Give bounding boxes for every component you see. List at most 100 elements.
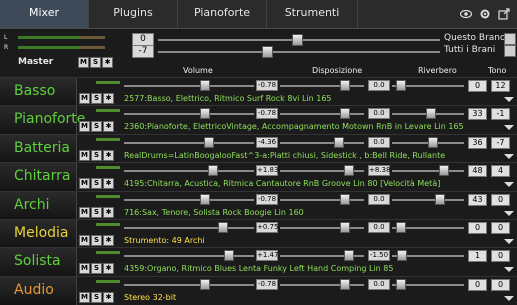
track-name-button[interactable]: Archi: [0, 192, 77, 220]
track-fx-button[interactable]: ✱: [103, 93, 114, 104]
pan-slider-knob[interactable]: [340, 222, 350, 233]
tab-strumenti[interactable]: Strumenti: [267, 0, 358, 28]
chevron-down-icon[interactable]: [504, 267, 514, 272]
reverb-slider-knob[interactable]: [435, 194, 445, 205]
track-mute-button[interactable]: M: [79, 207, 90, 218]
volume-slider-track[interactable]: [124, 255, 254, 257]
track-solo-button[interactable]: S: [91, 93, 102, 104]
track-solo-button[interactable]: S: [91, 235, 102, 246]
volume-slider-knob[interactable]: [218, 222, 228, 233]
pan-slider-track[interactable]: [280, 113, 364, 115]
track-fx-button[interactable]: ✱: [103, 150, 114, 161]
track-mute-button[interactable]: M: [79, 93, 90, 104]
popout-icon[interactable]: [498, 8, 510, 20]
track-instrument-info[interactable]: 2577:Basso, Elettrico, Ritmico Surf Rock…: [124, 94, 332, 103]
track-instrument-info[interactable]: 4359:Organo, Ritmico Blues Lenta Funky L…: [124, 264, 393, 273]
track-instrument-info[interactable]: 716:Sax, Tenore, Solista Rock Boogie Lin…: [124, 208, 304, 217]
track-mute-button[interactable]: M: [79, 121, 90, 132]
pan-slider-knob[interactable]: [340, 279, 350, 290]
reverb-slider-knob[interactable]: [439, 165, 449, 176]
pan-slider-track[interactable]: [280, 284, 364, 286]
track-instrument-info[interactable]: Stereo 32-bit: [124, 293, 176, 302]
chevron-down-icon[interactable]: [504, 154, 514, 159]
reverb-slider-knob[interactable]: [396, 222, 406, 233]
volume-slider-knob[interactable]: [200, 194, 210, 205]
pan-slider-track[interactable]: [280, 227, 364, 229]
master-slider-bottom-knob[interactable]: [262, 46, 273, 58]
track-name-button[interactable]: Batteria: [0, 135, 77, 163]
volume-slider-track[interactable]: [124, 113, 254, 115]
reverb-slider-knob[interactable]: [397, 250, 407, 261]
pan-slider-track[interactable]: [280, 142, 364, 144]
reverb-slider-knob[interactable]: [396, 80, 406, 91]
track-name-button[interactable]: Audio: [0, 277, 77, 305]
volume-slider-knob[interactable]: [224, 250, 234, 261]
scroll-down-button[interactable]: [504, 45, 516, 57]
volume-slider-track[interactable]: [124, 227, 254, 229]
chevron-down-icon[interactable]: [504, 211, 514, 216]
volume-slider-track[interactable]: [124, 199, 254, 201]
track-name-button[interactable]: Solista: [0, 248, 77, 276]
volume-slider-knob[interactable]: [204, 137, 214, 148]
master-slider-top-knob[interactable]: [292, 34, 303, 46]
tab-mixer[interactable]: Mixer: [0, 0, 89, 28]
pan-slider-knob[interactable]: [340, 80, 350, 91]
pan-slider-knob[interactable]: [334, 137, 344, 148]
pan-slider-knob[interactable]: [344, 250, 354, 261]
option-tutti-brani[interactable]: Tutti i Brani: [444, 45, 495, 55]
tab-pianoforte[interactable]: Pianoforte: [178, 0, 267, 28]
chevron-down-icon[interactable]: [504, 125, 514, 130]
track-instrument-info[interactable]: 2360:Pianoforte, ElettricoVintage, Accom…: [124, 122, 464, 131]
track-mute-button[interactable]: M: [79, 178, 90, 189]
track-instrument-info[interactable]: Strumento: 49 Archi: [124, 236, 205, 245]
volume-slider-knob[interactable]: [208, 165, 218, 176]
track-solo-button[interactable]: S: [91, 150, 102, 161]
volume-slider-track[interactable]: [124, 142, 254, 144]
master-mute-button[interactable]: M: [78, 57, 89, 68]
track-mute-button[interactable]: M: [79, 235, 90, 246]
track-solo-button[interactable]: S: [91, 121, 102, 132]
volume-slider-track[interactable]: [124, 85, 254, 87]
track-name-button[interactable]: Pianoforte: [0, 106, 85, 134]
reverb-slider-knob[interactable]: [396, 279, 406, 290]
volume-slider-knob[interactable]: [200, 279, 210, 290]
track-mute-button[interactable]: M: [79, 292, 90, 303]
pan-slider-knob[interactable]: [340, 194, 350, 205]
track-fx-button[interactable]: ✱: [103, 207, 114, 218]
track-fx-button[interactable]: ✱: [103, 292, 114, 303]
track-fx-button[interactable]: ✱: [103, 178, 114, 189]
track-solo-button[interactable]: S: [91, 207, 102, 218]
chevron-down-icon[interactable]: [504, 182, 514, 187]
master-fx-button[interactable]: ✱: [102, 57, 113, 68]
pan-slider-track[interactable]: [280, 85, 364, 87]
reverb-slider-knob[interactable]: [428, 137, 438, 148]
chevron-down-icon[interactable]: [504, 97, 514, 102]
gear-icon[interactable]: [479, 8, 491, 20]
master-slider-bottom-track[interactable]: [158, 51, 440, 53]
eye-icon[interactable]: [460, 8, 472, 20]
track-solo-button[interactable]: S: [91, 263, 102, 274]
track-mute-button[interactable]: M: [79, 263, 90, 274]
track-name-button[interactable]: Chitarra: [0, 163, 77, 191]
volume-slider-knob[interactable]: [200, 108, 210, 119]
chevron-down-icon[interactable]: [504, 239, 514, 244]
volume-slider-knob[interactable]: [200, 80, 210, 91]
scroll-up-button[interactable]: [504, 33, 516, 45]
reverb-slider-knob[interactable]: [426, 108, 436, 119]
track-fx-button[interactable]: ✱: [103, 263, 114, 274]
track-instrument-info[interactable]: 4195:Chitarra, Acustica, Ritmica Cantaut…: [124, 179, 440, 188]
pan-slider-knob[interactable]: [340, 108, 350, 119]
track-name-button[interactable]: Melodia: [0, 220, 77, 248]
track-mute-button[interactable]: M: [79, 150, 90, 161]
track-name-button[interactable]: Basso: [0, 78, 77, 106]
chevron-down-icon[interactable]: [504, 296, 514, 301]
reverb-slider-track[interactable]: [392, 199, 464, 201]
track-solo-button[interactable]: S: [91, 178, 102, 189]
reverb-slider-track[interactable]: [392, 170, 464, 172]
volume-slider-track[interactable]: [124, 284, 254, 286]
tab-plugins[interactable]: Plugins: [89, 0, 178, 28]
track-fx-button[interactable]: ✱: [103, 121, 114, 132]
master-solo-button[interactable]: S: [90, 57, 101, 68]
track-solo-button[interactable]: S: [91, 292, 102, 303]
option-questo-brano[interactable]: Questo Brano: [444, 33, 506, 43]
